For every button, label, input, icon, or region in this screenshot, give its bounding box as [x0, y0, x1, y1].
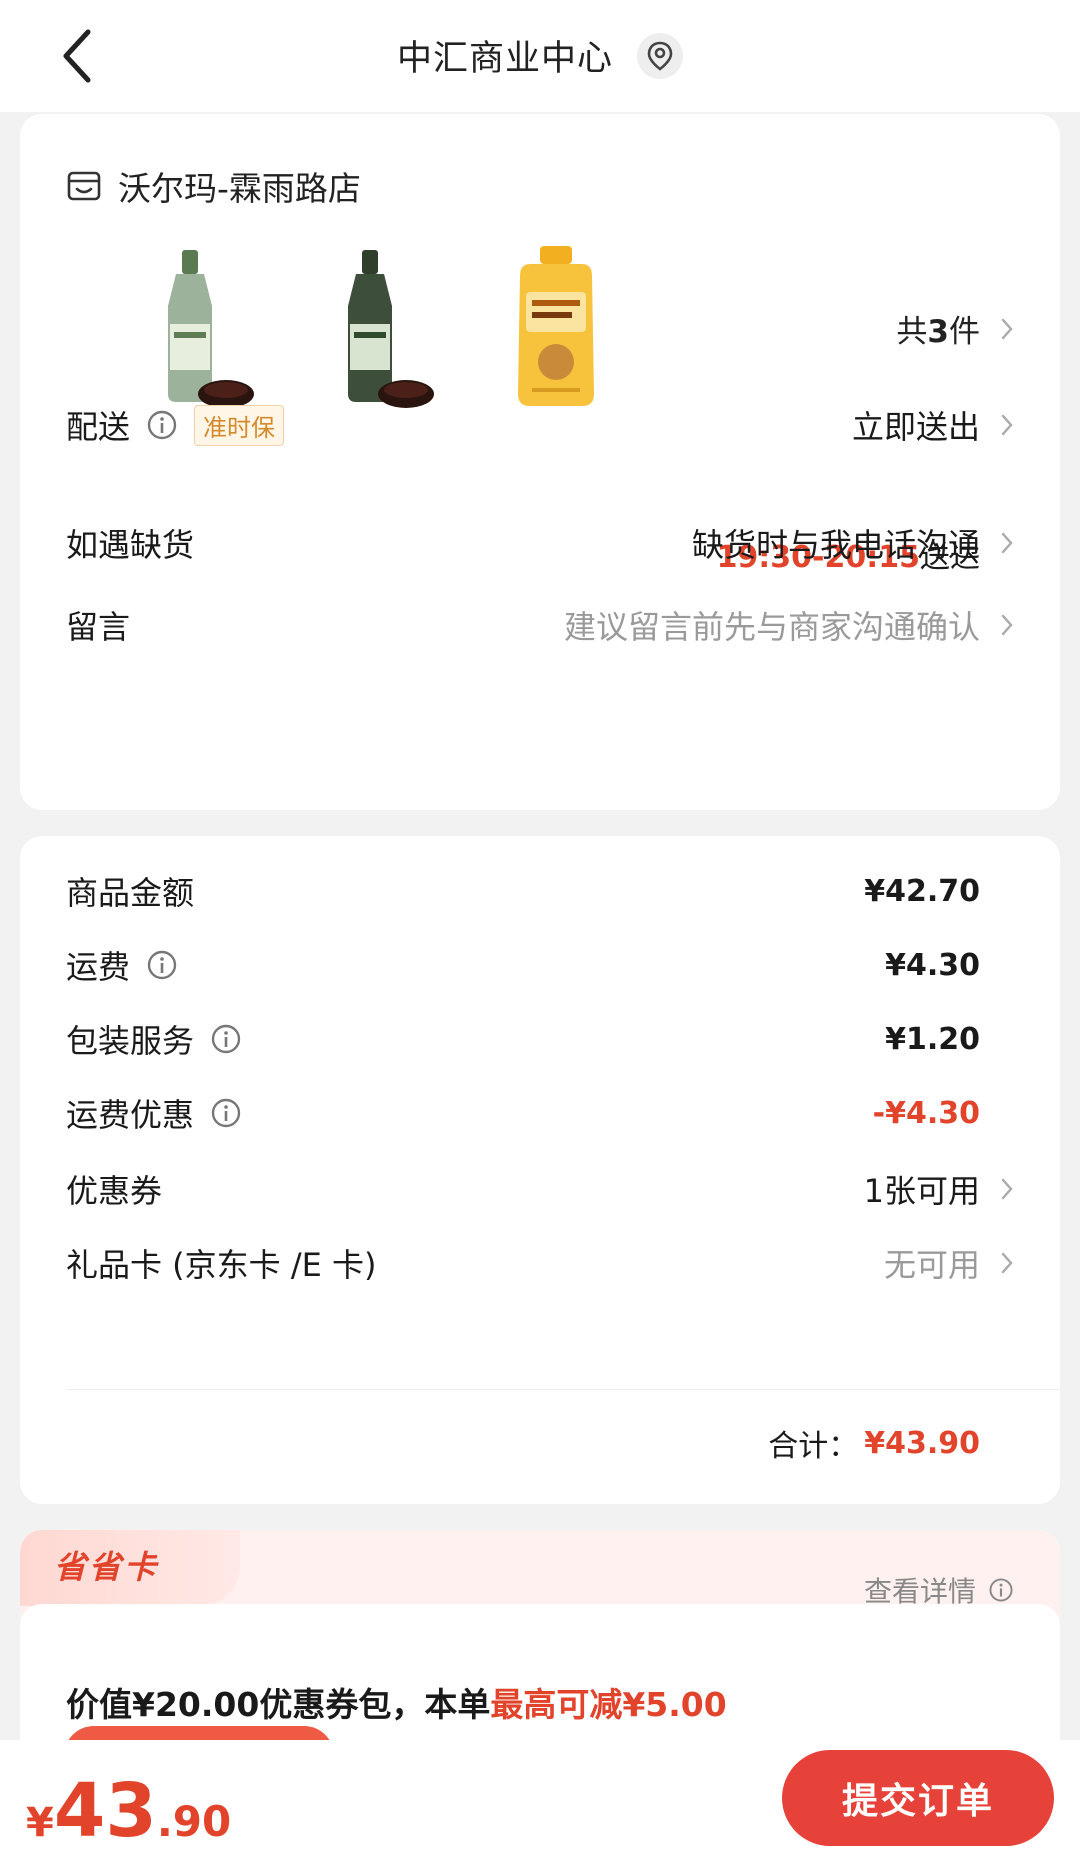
chevron-right-icon: [1001, 532, 1013, 554]
subtotal-label: 合计：: [768, 1429, 859, 1464]
product-image-soy-sauce-2-graphic: [348, 250, 434, 408]
address-title-text: 中汇商业中心: [396, 39, 613, 79]
info-icon: [989, 1578, 1013, 1602]
message-placeholder: 建议留言前先与商家沟通确认: [563, 608, 980, 646]
savings-card-highlight: 最高可减¥5.00: [490, 1685, 727, 1724]
view-details-link[interactable]: 查看详情: [864, 1570, 1014, 1610]
price-breakdown-card: 商品金额 ¥42.70 运费 ¥4.30 包装服务 ¥1.20 运费优惠 -¥4…: [20, 836, 1060, 1504]
shipping-fee-row: 运费 ¥4.30: [66, 942, 980, 988]
shipping-fee-value: ¥4.30: [885, 947, 980, 983]
packaging-row: 包装服务 ¥1.20: [66, 1016, 980, 1062]
stockout-row[interactable]: 如遇缺货 缺货时与我电话沟通: [66, 520, 1014, 566]
savings-card-tab: 省省卡: [20, 1530, 240, 1606]
shipping-discount-row: 运费优惠 -¥4.30: [66, 1090, 980, 1136]
address-title[interactable]: 中汇商业中心: [0, 30, 1080, 81]
savings-card-logo: 省省卡: [54, 1548, 160, 1586]
chevron-right-icon: [1001, 414, 1013, 436]
view-details-text: 查看详情: [863, 1575, 976, 1608]
shipping-discount-value: -¥4.30: [872, 1095, 980, 1131]
product-image-soy-sauce-2[interactable]: [306, 244, 466, 414]
product-image-soy-sauce-1-graphic: [168, 250, 254, 408]
message-row[interactable]: 留言 建议留言前先与商家沟通确认: [66, 602, 1014, 648]
product-thumbnails[interactable]: 共3件: [66, 244, 1014, 414]
item-count: 共3件: [896, 314, 980, 350]
total-price-decimal: .90: [156, 1797, 232, 1846]
on-time-badge: 准时保: [194, 404, 285, 446]
item-count-number: 3: [927, 314, 949, 350]
savings-card-description: 价值¥20.00优惠券包，本单最高可减¥5.00: [66, 1678, 727, 1726]
product-image-seasoning-graphic: [518, 246, 594, 406]
delivery-row[interactable]: 配送 准时保 立即送出: [66, 402, 1014, 448]
top-nav-bar: 中汇商业中心: [0, 0, 1080, 112]
store-name: 沃尔玛-霖雨路店: [118, 169, 361, 208]
chevron-right-icon: [1001, 1178, 1013, 1200]
coupon-value: 1张可用: [863, 1172, 980, 1210]
packaging-value: ¥1.20: [885, 1021, 980, 1057]
stockout-value: 缺货时与我电话沟通: [691, 526, 980, 564]
store-row[interactable]: 沃尔玛-霖雨路店: [66, 162, 361, 210]
info-icon[interactable]: [146, 409, 178, 441]
store-icon: [67, 171, 101, 201]
info-icon[interactable]: [210, 1023, 242, 1055]
checkout-bar: ¥ 43 .90 提交订单: [0, 1740, 1080, 1868]
divider: [66, 1389, 1060, 1390]
savings-card-text: 价值¥20.00优惠券包，本单: [66, 1685, 491, 1724]
goods-amount-value: ¥42.70: [864, 873, 980, 909]
chevron-right-icon: [1001, 1252, 1013, 1274]
gift-card-row[interactable]: 礼品卡 (京东卡 /E 卡) 无可用: [66, 1240, 1014, 1286]
chevron-right-icon: [1001, 614, 1013, 636]
delivery-value: 立即送出: [851, 408, 980, 446]
shipping-fee-label: 运费: [66, 948, 131, 986]
gift-card-label: 礼品卡 (京东卡 /E 卡): [66, 1246, 377, 1284]
message-label: 留言: [66, 608, 131, 646]
chevron-right-icon: [1001, 318, 1013, 339]
gift-card-value: 无可用: [883, 1246, 980, 1284]
total-price-integer: 43: [53, 1768, 157, 1854]
subtotal-row: 合计： ¥43.90: [768, 1421, 980, 1465]
product-image-seasoning[interactable]: [486, 244, 646, 414]
item-count-link[interactable]: 共3件: [896, 306, 1014, 351]
stockout-label: 如遇缺货: [66, 526, 195, 564]
packaging-label: 包装服务: [66, 1022, 195, 1060]
delivery-label: 配送: [66, 408, 131, 446]
info-icon[interactable]: [146, 949, 178, 981]
goods-amount-label: 商品金额: [66, 874, 195, 912]
info-icon[interactable]: [210, 1097, 242, 1129]
goods-amount-row: 商品金额 ¥42.70: [66, 868, 980, 914]
product-image-soy-sauce-1[interactable]: [126, 244, 286, 414]
subtotal-value: ¥43.90: [864, 1425, 980, 1461]
coupon-row[interactable]: 优惠券 1张可用: [66, 1166, 1014, 1212]
coupon-label: 优惠券: [66, 1172, 163, 1210]
location-pin-icon[interactable]: [637, 32, 683, 79]
order-info-card: 沃尔玛-霖雨路店 共3件 配送 准时保 立即送出 19:30-20:15送达 如…: [20, 114, 1060, 810]
submit-order-button[interactable]: 提交订单: [782, 1750, 1054, 1846]
total-price: ¥ 43 .90: [26, 1768, 231, 1854]
shipping-discount-label: 运费优惠: [66, 1096, 195, 1134]
total-price-currency: ¥: [26, 1800, 54, 1846]
